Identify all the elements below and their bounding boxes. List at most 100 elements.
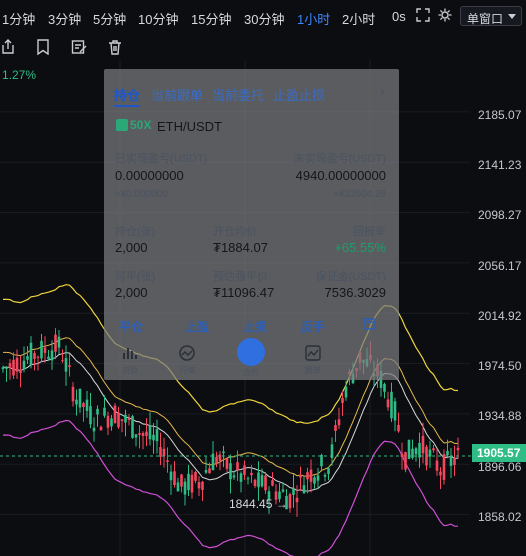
candle-body xyxy=(169,471,173,481)
candle-body xyxy=(103,407,106,416)
candle-body xyxy=(330,444,334,459)
candle-body xyxy=(253,479,257,486)
nav-contract[interactable]: 合约 xyxy=(231,338,271,378)
candle-body xyxy=(71,386,75,402)
take-profit-button[interactable]: 止盈 xyxy=(185,318,209,335)
interval-30m[interactable]: 30分钟 xyxy=(244,9,284,28)
tab-positions[interactable]: 持仓 xyxy=(114,85,140,104)
candle-body xyxy=(96,408,99,415)
candle-body xyxy=(250,472,253,476)
trash-icon[interactable] xyxy=(107,39,123,55)
interval-15m[interactable]: 15分钟 xyxy=(191,9,231,28)
candle-body xyxy=(453,457,456,465)
price-tick: 2185.07 xyxy=(478,108,522,122)
fullscreen-icon[interactable] xyxy=(416,8,430,22)
candle-body xyxy=(344,386,348,398)
candle-body xyxy=(43,347,47,353)
tab-open-orders[interactable]: 当前委托 xyxy=(212,85,264,104)
interval-3m[interactable]: 3分钟 xyxy=(48,9,81,28)
candle-body xyxy=(295,497,299,503)
candle-body xyxy=(432,448,435,451)
candle-body xyxy=(414,448,418,455)
roe-label: 回报率 xyxy=(353,226,386,238)
share-icon[interactable] xyxy=(0,39,16,55)
candle-body xyxy=(120,419,124,421)
price-tick: 2141.23 xyxy=(478,158,522,172)
candle-body xyxy=(288,494,292,509)
interval-2h[interactable]: 2小时 xyxy=(342,9,375,28)
price-tick: 2014.92 xyxy=(478,309,522,323)
closable-label: 可平(张) xyxy=(115,271,156,283)
candle-body xyxy=(68,365,71,368)
interval-10m[interactable]: 10分钟 xyxy=(138,9,178,28)
candle-body xyxy=(211,453,215,471)
price-tick: 1896.06 xyxy=(478,460,522,474)
bookmark-icon[interactable] xyxy=(35,39,51,55)
candle-body xyxy=(442,454,446,480)
candle-body xyxy=(78,388,82,408)
candle-body xyxy=(12,359,15,376)
candle-body xyxy=(260,475,264,487)
nav-copy[interactable]: 跟单 xyxy=(293,345,333,376)
candle-body xyxy=(204,469,208,473)
candle-body xyxy=(390,391,393,419)
period-low-marker: 1844.45 → xyxy=(229,497,288,511)
price-tick: 1934.88 xyxy=(478,409,522,423)
candle-body xyxy=(456,447,460,451)
candle-body xyxy=(299,474,302,478)
candle-body xyxy=(8,363,12,369)
contract-icon xyxy=(237,338,265,366)
candle-body xyxy=(421,435,425,454)
candle-body xyxy=(257,472,260,488)
candle-body xyxy=(397,424,400,432)
candle-body xyxy=(138,433,141,435)
candle-body xyxy=(309,469,313,482)
interval-0s[interactable]: 0s xyxy=(392,9,406,24)
candle-body xyxy=(404,452,407,470)
candle-body xyxy=(92,427,96,432)
candle-body xyxy=(264,475,267,491)
candle-body xyxy=(306,472,309,480)
gauge-icon xyxy=(179,345,195,361)
candle-body xyxy=(57,336,61,348)
candle-body xyxy=(439,471,442,476)
candle-body xyxy=(1,367,5,370)
candle-body xyxy=(201,481,204,491)
tab-copy-orders[interactable]: 当前跟单 xyxy=(151,85,203,104)
candle-body xyxy=(89,406,92,425)
reverse-button[interactable]: 反手 xyxy=(301,318,325,335)
liquidation-price-value: ₮11096.47 xyxy=(213,285,275,300)
edit-icon[interactable] xyxy=(71,39,87,55)
price-tick: 1974.50 xyxy=(478,359,522,373)
interval-1h[interactable]: 1小时 xyxy=(297,9,330,28)
position-size-value: 2,000 xyxy=(115,240,148,255)
position-symbol: ETH/USDT xyxy=(157,119,222,134)
candle-body xyxy=(418,442,421,458)
candle-body xyxy=(222,451,225,454)
window-mode-dropdown[interactable]: 单窗口 xyxy=(460,6,522,26)
candle-body xyxy=(127,417,131,421)
candle-body xyxy=(215,456,218,464)
candle-body xyxy=(313,477,316,484)
share-icon[interactable] xyxy=(362,317,376,331)
chart-bars-icon xyxy=(123,348,137,359)
candle-body xyxy=(5,367,8,369)
entry-price-label: 开仓均价 xyxy=(213,226,257,238)
nav-home[interactable]: 首页 xyxy=(110,345,150,376)
interval-1m[interactable]: 1分钟 xyxy=(2,9,35,28)
close-position-button[interactable]: 平仓 xyxy=(119,318,143,335)
margin-label: 保证金(USDT) xyxy=(315,271,386,283)
nav-market[interactable]: 行情 xyxy=(167,345,207,376)
interval-5m[interactable]: 5分钟 xyxy=(93,9,126,28)
candle-body xyxy=(243,465,246,475)
chevron-right-icon[interactable]: › xyxy=(380,83,385,99)
candle-body xyxy=(383,384,386,392)
tab-tp-sl[interactable]: 止盈止损 xyxy=(273,85,325,104)
stop-loss-button[interactable]: 止损 xyxy=(243,318,267,335)
realized-pnl-label: 已实现盈亏(USDT) xyxy=(115,153,208,165)
settings-icon[interactable] xyxy=(438,8,452,22)
candle-body xyxy=(320,454,323,467)
candle-body xyxy=(446,450,449,456)
candle-body xyxy=(75,399,78,405)
candle-body xyxy=(117,412,120,428)
